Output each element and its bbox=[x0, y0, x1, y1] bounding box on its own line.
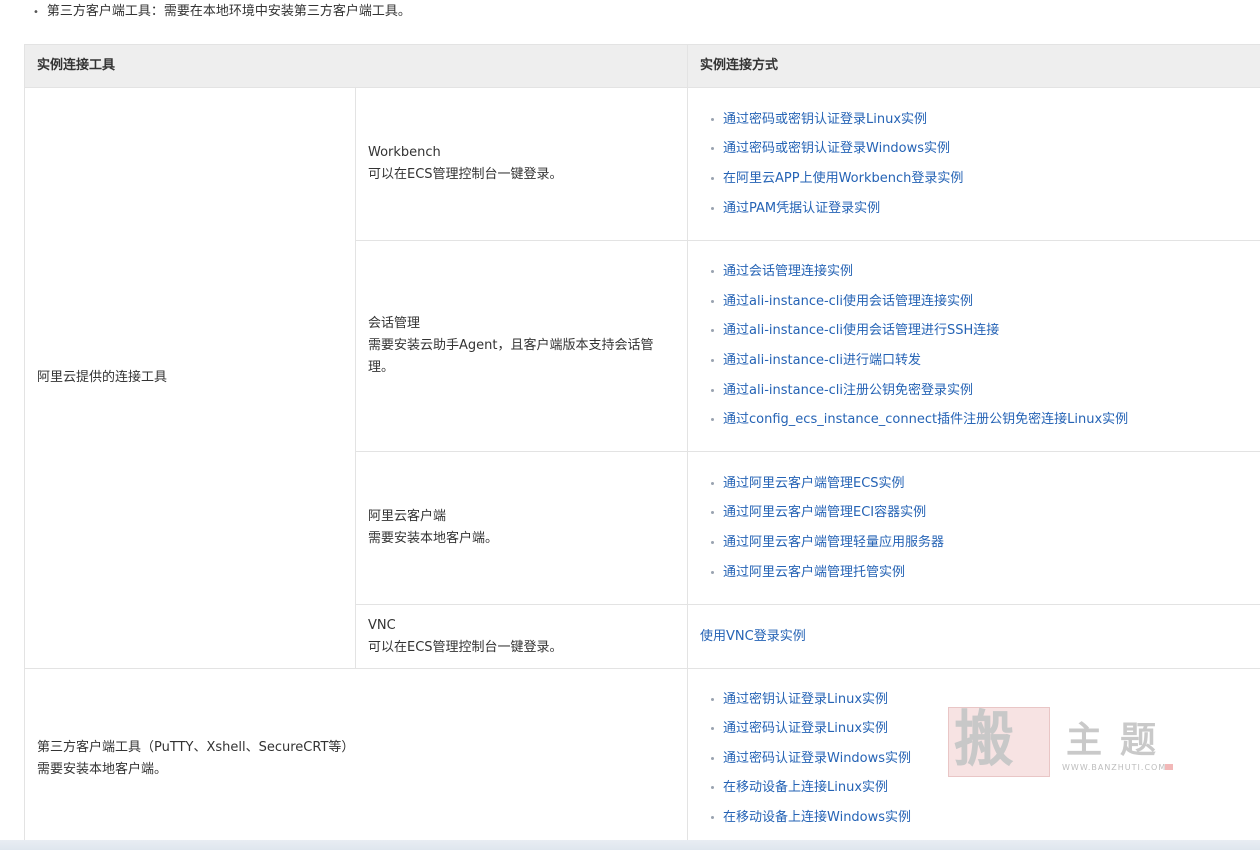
list-item: 在移动设备上连接Windows实例 bbox=[700, 803, 1260, 833]
table-header-row: 实例连接工具 实例连接方式 bbox=[23, 44, 1260, 88]
method-link[interactable]: 通过ali-instance-cli使用会话管理连接实例 bbox=[723, 294, 973, 309]
list-item: 通过PAM凭据认证登录实例 bbox=[700, 194, 1260, 224]
tool-name: 第三方客户端工具（PuTTY、Xshell、SecureCRT等） bbox=[37, 739, 355, 755]
method-link[interactable]: 通过ali-instance-cli进行端口转发 bbox=[723, 353, 921, 368]
tool-cell-third-party: 第三方客户端工具（PuTTY、Xshell、SecureCRT等） 需要安装本地… bbox=[23, 668, 689, 849]
list-item: 在阿里云APP上使用Workbench登录实例 bbox=[700, 164, 1260, 194]
method-link[interactable]: 在移动设备上连接Windows实例 bbox=[723, 810, 911, 825]
list-item: 通过密码或密钥认证登录Linux实例 bbox=[700, 105, 1260, 135]
watermark-bar bbox=[1165, 764, 1173, 770]
intro-note: • 第三方客户端工具：需要在本地环境中安装第三方客户端工具。 bbox=[33, 3, 411, 22]
tool-name: VNC bbox=[368, 617, 396, 633]
method-list: 通过密码或密钥认证登录Linux实例 通过密码或密钥认证登录Windows实例 … bbox=[700, 105, 1260, 223]
method-link[interactable]: 通过PAM凭据认证登录实例 bbox=[723, 201, 880, 216]
site-watermark: 搬 主题 WWW.BANZHUTI.COM bbox=[948, 705, 1178, 777]
method-link[interactable]: 通过密码认证登录Linux实例 bbox=[723, 721, 888, 736]
tool-desc: 需要安装本地客户端。 bbox=[37, 761, 168, 777]
tool-desc: 需要安装本地客户端。 bbox=[368, 531, 499, 546]
method-link[interactable]: 通过阿里云客户端管理托管实例 bbox=[723, 565, 905, 580]
method-link[interactable]: 通过密码认证登录Windows实例 bbox=[723, 751, 911, 766]
watermark-url: WWW.BANZHUTI.COM bbox=[1062, 763, 1167, 772]
methods-cell-session-manager: 通过会话管理连接实例 通过ali-instance-cli使用会话管理连接实例 … bbox=[687, 240, 1260, 452]
list-item: 通过阿里云客户端管理托管实例 bbox=[700, 558, 1260, 588]
watermark-text: 主题 bbox=[1066, 719, 1175, 761]
tool-desc: 需要安装云助手Agent，且客户端版本支持会话管理。 bbox=[368, 338, 654, 375]
header-method: 实例连接方式 bbox=[687, 44, 1260, 88]
tool-cell-session-manager: 会话管理 需要安装云助手Agent，且客户端版本支持会话管理。 bbox=[354, 240, 689, 452]
method-link[interactable]: 在阿里云APP上使用Workbench登录实例 bbox=[723, 171, 963, 186]
list-item: 通过config_ecs_instance_connect插件注册公钥免密连接L… bbox=[700, 405, 1260, 435]
list-item: 在移动设备上连接Linux实例 bbox=[700, 773, 1260, 803]
intro-text: 第三方客户端工具：需要在本地环境中安装第三方客户端工具。 bbox=[46, 4, 411, 19]
list-item: 通过阿里云客户端管理轻量应用服务器 bbox=[700, 528, 1260, 558]
list-item: 通过ali-instance-cli使用会话管理连接实例 bbox=[700, 287, 1260, 317]
list-item: 通过ali-instance-cli注册公钥免密登录实例 bbox=[700, 376, 1260, 406]
bullet-icon: • bbox=[33, 7, 39, 18]
list-item: 通过会话管理连接实例 bbox=[700, 257, 1260, 287]
list-item: 通过阿里云客户端管理ECS实例 bbox=[700, 469, 1260, 499]
methods-cell-workbench: 通过密码或密钥认证登录Linux实例 通过密码或密钥认证登录Windows实例 … bbox=[687, 87, 1260, 241]
method-link[interactable]: 通过密码或密钥认证登录Linux实例 bbox=[723, 112, 927, 127]
tool-desc: 可以在ECS管理控制台一键登录。 bbox=[368, 639, 563, 655]
list-item: 通过阿里云客户端管理ECI容器实例 bbox=[700, 498, 1260, 528]
method-link[interactable]: 在移动设备上连接Linux实例 bbox=[723, 780, 888, 795]
method-list: 通过会话管理连接实例 通过ali-instance-cli使用会话管理连接实例 … bbox=[700, 257, 1260, 435]
method-link[interactable]: 通过config_ecs_instance_connect插件注册公钥免密连接L… bbox=[723, 412, 1128, 427]
list-item: 通过ali-instance-cli进行端口转发 bbox=[700, 346, 1260, 376]
header-tool: 实例连接工具 bbox=[23, 44, 689, 88]
tool-name: Workbench bbox=[368, 145, 441, 160]
method-link[interactable]: 通过密钥认证登录Linux实例 bbox=[723, 692, 888, 707]
tool-name: 会话管理 bbox=[368, 316, 421, 331]
method-link[interactable]: 通过ali-instance-cli使用会话管理进行SSH连接 bbox=[723, 323, 999, 338]
method-link[interactable]: 通过阿里云客户端管理ECS实例 bbox=[723, 476, 905, 491]
group-aliyun-tools: 阿里云提供的连接工具 bbox=[24, 87, 356, 669]
method-link[interactable]: 通过阿里云客户端管理ECI容器实例 bbox=[723, 505, 926, 520]
methods-cell-vnc: 使用VNC登录实例 bbox=[687, 604, 1260, 669]
method-link[interactable]: 通过会话管理连接实例 bbox=[723, 264, 853, 279]
vnc-login-link[interactable]: 使用VNC登录实例 bbox=[700, 629, 806, 644]
method-link[interactable]: 通过密码或密钥认证登录Windows实例 bbox=[723, 141, 950, 156]
tool-cell-vnc: VNC 可以在ECS管理控制台一键登录。 bbox=[354, 604, 689, 669]
bottom-edge-strip bbox=[0, 840, 1260, 850]
methods-cell-aliyun-client: 通过阿里云客户端管理ECS实例 通过阿里云客户端管理ECI容器实例 通过阿里云客… bbox=[687, 451, 1260, 605]
list-item: 通过ali-instance-cli使用会话管理进行SSH连接 bbox=[700, 316, 1260, 346]
list-item: 通过密码或密钥认证登录Windows实例 bbox=[700, 134, 1260, 164]
method-link[interactable]: 通过阿里云客户端管理轻量应用服务器 bbox=[723, 535, 944, 550]
tool-cell-workbench: Workbench 可以在ECS管理控制台一键登录。 bbox=[354, 87, 689, 241]
tool-name: 阿里云客户端 bbox=[368, 509, 447, 524]
table-row: 阿里云提供的连接工具 Workbench 可以在ECS管理控制台一键登录。 通过… bbox=[24, 87, 1260, 669]
method-list: 通过阿里云客户端管理ECS实例 通过阿里云客户端管理ECI容器实例 通过阿里云客… bbox=[700, 469, 1260, 587]
tool-cell-aliyun-client: 阿里云客户端 需要安装本地客户端。 bbox=[354, 451, 689, 605]
watermark-glyph: 搬 bbox=[954, 705, 1014, 775]
method-link[interactable]: 通过ali-instance-cli注册公钥免密登录实例 bbox=[723, 383, 973, 398]
tool-desc: 可以在ECS管理控制台一键登录。 bbox=[368, 167, 563, 182]
